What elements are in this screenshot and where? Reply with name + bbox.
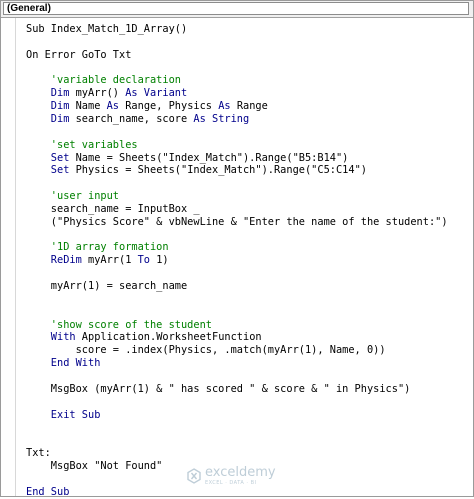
code-keyword: End Sub <box>26 485 70 498</box>
code-line[interactable]: With Application.WorksheetFunction <box>26 331 262 344</box>
code-line[interactable]: On Error GoTo Txt <box>26 49 131 62</box>
code-line[interactable]: Dim myArr() As Variant <box>26 87 187 100</box>
code-line[interactable]: 'variable declaration <box>26 74 181 87</box>
code-keyword: Dim <box>26 100 70 113</box>
code-comment: '1D array formation <box>26 241 169 254</box>
code-text: search_name = InputBox _ <box>26 202 200 215</box>
code-text: MsgBox (myArr(1) & " has scored " & scor… <box>26 382 411 395</box>
code-keyword: Exit Sub <box>26 408 101 421</box>
code-line[interactable]: search_name = InputBox _ <box>26 203 200 216</box>
code-text: search_name, score <box>69 112 194 125</box>
code-text: Range <box>230 100 268 113</box>
code-line[interactable]: MsgBox (myArr(1) & " has scored " & scor… <box>26 382 411 396</box>
code-comment: 'set variables <box>26 138 138 151</box>
code-line[interactable]: ("Physics Score" & vbNewLine & "Enter th… <box>26 216 448 229</box>
code-editor[interactable]: Sub Index_Match_1D_Array() On Error GoTo … <box>16 18 472 498</box>
watermark-name: exceldemy <box>205 465 276 480</box>
code-text: myArr() <box>69 87 126 100</box>
code-line[interactable]: Sub Index_Match_1D_Array() <box>26 23 187 36</box>
code-line[interactable]: End With <box>26 357 101 370</box>
code-line[interactable]: 'show score of the student <box>26 319 212 332</box>
code-text: Sub Index_Match_1D_Array() <box>26 23 188 35</box>
code-line[interactable]: MsgBox "Not Found" <box>26 459 163 473</box>
code-keyword: End With <box>26 357 101 370</box>
code-comment: 'user input <box>26 190 119 203</box>
code-keyword: As <box>218 100 231 113</box>
code-text: Range, Physics <box>119 100 219 113</box>
code-text: MsgBox "Not Found" <box>26 459 163 472</box>
margin-indicator-bar[interactable] <box>1 18 16 496</box>
code-text: Physics = Sheets("Index_Match").Range("C… <box>69 164 367 177</box>
code-keyword: ReDim <box>26 254 82 267</box>
code-line[interactable]: ReDim myArr(1 To 1) <box>26 254 169 267</box>
code-text: On Error GoTo Txt <box>26 48 132 61</box>
watermark-tagline: EXCEL · DATA · BI <box>205 480 257 486</box>
code-text: Name <box>69 100 107 113</box>
code-keyword: To <box>137 254 150 267</box>
object-dropdown[interactable]: (General) <box>3 2 469 15</box>
code-line[interactable]: 'set variables <box>26 139 138 152</box>
code-text: score = .index(Physics, .match(myArr(1),… <box>26 344 386 357</box>
code-line[interactable]: Dim search_name, score As String <box>26 113 249 126</box>
code-line[interactable]: myArr(1) = search_name <box>26 280 187 293</box>
code-line[interactable]: Exit Sub <box>26 408 101 422</box>
code-keyword: As <box>106 100 120 113</box>
code-keyword: With <box>26 331 76 344</box>
code-keyword: Dim <box>26 112 70 125</box>
code-line[interactable]: score = .index(Physics, .match(myArr(1),… <box>26 344 386 357</box>
code-text: myArr(1) = search_name <box>26 280 188 292</box>
code-keyword: As Variant <box>125 87 188 100</box>
code-keyword: As String <box>193 112 250 125</box>
code-text: Txt: <box>26 447 51 460</box>
code-line[interactable]: '1D array formation <box>26 241 169 254</box>
code-comment: 'variable declaration <box>26 74 181 87</box>
code-text: 1) <box>150 254 169 267</box>
code-window-toolbar: (General) <box>1 1 473 18</box>
code-text: ("Physics Score" & vbNewLine & "Enter th… <box>26 215 448 228</box>
vba-code-window: (General) Sub Index_Match_1D_Array() On E… <box>0 0 474 498</box>
object-dropdown-value: (General) <box>7 3 51 14</box>
code-keyword: Set <box>26 151 70 164</box>
code-line[interactable]: Set Physics = Sheets("Index_Match").Rang… <box>26 164 367 177</box>
exceldemy-logo-icon <box>187 468 201 484</box>
code-text: Name = Sheets("Index_Match").Range("B5:B… <box>69 151 349 164</box>
code-keyword: Dim <box>26 87 70 100</box>
code-line[interactable]: Txt: <box>26 447 51 460</box>
code-text: Application.WorksheetFunction <box>75 331 262 344</box>
code-line[interactable]: Dim Name As Range, Physics As Range <box>26 100 268 113</box>
code-line[interactable]: 'user input <box>26 190 119 203</box>
exceldemy-watermark: exceldemy EXCEL · DATA · BI <box>186 465 296 489</box>
code-keyword: Set <box>26 164 70 177</box>
code-comment: 'show score of the student <box>26 318 212 331</box>
code-text: myArr(1 <box>81 254 138 267</box>
code-line[interactable]: Set Name = Sheets("Index_Match").Range("… <box>26 151 349 165</box>
